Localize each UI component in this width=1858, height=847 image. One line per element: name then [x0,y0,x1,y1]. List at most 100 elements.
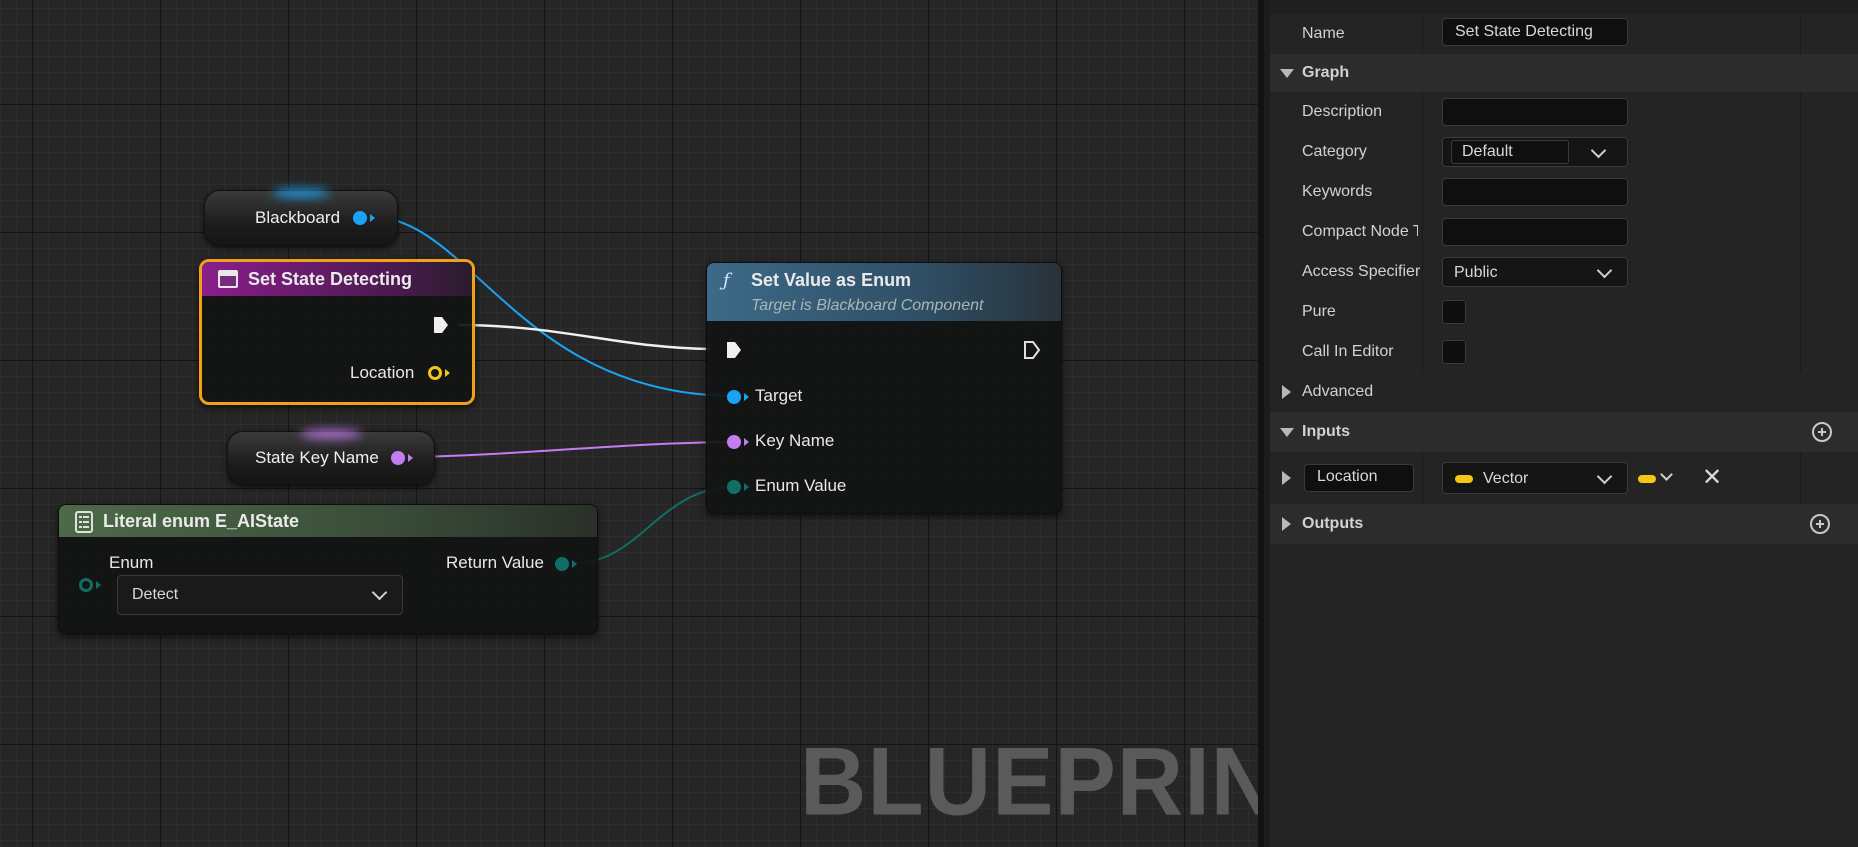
column-divider [1422,332,1423,372]
enum-label: Enum [109,553,154,572]
literal-enum-node[interactable]: Literal enum E_AIState Enum Detect Retur… [58,504,598,634]
container-type-chevron-icon[interactable] [1660,468,1673,481]
column-divider [1800,212,1801,252]
pin-arrow-icon [744,483,749,491]
access-specifier-label: Access Specifier [1302,263,1420,280]
key-name-input-pin[interactable] [727,435,741,449]
input-type-value: Vector [1483,470,1529,487]
call-in-editor-checkbox[interactable] [1442,340,1466,364]
advanced-label: Advanced [1302,383,1374,400]
return-value-label: Return Value [446,553,544,572]
compact-node-title-row: Compact Node T [1270,212,1858,253]
expand-arrow-icon[interactable] [1282,517,1291,531]
location-output-pin[interactable] [428,366,442,380]
access-specifier-value: Public [1454,264,1498,281]
set-state-detecting-node[interactable]: Set State Detecting Location [199,259,475,405]
pure-row: Pure [1270,292,1858,333]
add-input-icon[interactable] [1812,422,1832,442]
access-specifier-dropdown[interactable]: Public [1442,257,1628,287]
input-type-dropdown[interactable]: Vector [1442,462,1628,494]
column-divider [1800,292,1801,332]
collapse-arrow-icon[interactable] [1280,69,1294,78]
pin-arrow-icon [408,454,413,462]
keywords-label: Keywords [1302,183,1373,200]
graph-section-header[interactable]: Graph [1270,54,1858,93]
compact-node-title-label: Compact Node T [1302,223,1418,240]
category-combo[interactable]: Default [1442,137,1628,167]
remove-input-icon[interactable]: ✕ [1702,466,1722,490]
state-key-name-variable-node[interactable]: State Key Name [227,430,435,485]
target-label: Target [755,386,803,405]
chevron-down-icon [371,584,388,601]
expand-arrow-icon[interactable] [1282,471,1291,485]
panel-empty-area [1270,544,1858,847]
wires-layer [371,216,735,564]
function-node-title: Set Value as Enum [751,270,912,290]
expand-arrow-icon[interactable] [1282,385,1291,399]
pin-arrow-icon [744,438,749,446]
call-in-editor-label: Call In Editor [1302,343,1394,360]
category-field[interactable]: Default [1451,140,1569,164]
column-divider [1800,332,1801,372]
return-value-output-pin[interactable] [555,557,569,571]
exec-output-pin-icon[interactable] [432,315,450,335]
event-node-title: Set State Detecting [248,269,413,289]
key-name-label: Key Name [755,431,835,450]
pin-arrow-icon [96,581,101,589]
state-key-name-label: State Key Name [255,448,379,467]
exec-output-pin-icon[interactable] [1023,340,1041,360]
description-label: Description [1302,103,1383,120]
inputs-section-header[interactable]: Inputs [1270,412,1858,453]
column-divider [1800,132,1801,172]
pure-label: Pure [1302,303,1336,320]
pure-checkbox[interactable] [1442,300,1466,324]
blackboard-variable-node[interactable]: Blackboard [204,189,398,246]
enum-dropdown-value: Detect [132,586,179,603]
function-icon: ƒ [723,270,730,291]
input-name-field[interactable]: Location [1304,464,1414,492]
compact-node-title-field[interactable] [1442,218,1628,246]
column-divider [1800,452,1801,504]
outputs-section-header[interactable]: Outputs [1270,504,1858,545]
inputs-section-label: Inputs [1302,423,1350,440]
enum-literal-icon [75,511,93,533]
set-value-as-enum-node[interactable]: ƒ Set Value as Enum Target is Blackboard… [706,262,1062,514]
panel-top-strip [1270,0,1858,15]
column-divider [1422,172,1423,212]
access-specifier-row: Access Specifier Public [1270,252,1858,293]
wire-exec [457,323,711,351]
column-divider [1422,132,1423,172]
enum-value-input-pin[interactable] [727,480,741,494]
call-in-editor-row: Call In Editor [1270,332,1858,373]
pin-arrow-icon [370,214,375,222]
state-key-name-output-pin[interactable] [391,451,405,465]
details-panel: Name Set State Detecting Graph Descripti… [1258,0,1858,847]
container-type-icon[interactable] [1638,475,1656,483]
column-divider [1800,92,1801,132]
function-entry-icon [218,270,238,288]
advanced-row[interactable]: Advanced [1270,372,1858,413]
add-output-icon[interactable] [1810,514,1830,534]
blueprint-graph-canvas[interactable]: Blackboard Set State Detecting Location … [0,0,1258,847]
target-input-pin[interactable] [727,390,741,404]
collapse-arrow-icon[interactable] [1280,428,1294,437]
exec-input-pin-icon[interactable] [725,340,743,360]
enum-input-pin[interactable] [79,578,93,592]
chevron-down-icon[interactable] [1590,142,1607,159]
keywords-field[interactable] [1442,178,1628,206]
column-divider [1422,92,1423,132]
node-glow [272,189,330,197]
name-field[interactable]: Set State Detecting [1442,18,1628,46]
name-label: Name [1302,25,1345,42]
description-row: Description [1270,92,1858,133]
function-node-subtitle: Target is Blackboard Component [751,297,984,314]
column-divider [1800,14,1801,54]
column-divider [1422,252,1423,292]
chevron-down-icon [1596,262,1613,279]
description-field[interactable] [1442,98,1628,126]
pin-arrow-icon [445,369,450,377]
enum-value-dropdown[interactable]: Detect [117,575,403,615]
blackboard-output-pin[interactable] [353,211,367,225]
pin-arrow-icon [572,560,577,568]
enum-value-label: Enum Value [755,476,847,495]
